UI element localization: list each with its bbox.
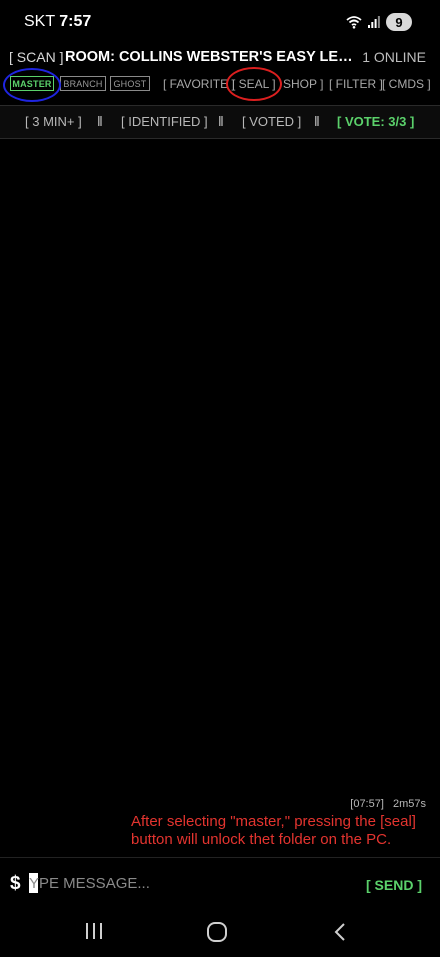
recent-apps-icon[interactable]	[84, 922, 104, 940]
filter-identified[interactable]: [ IDENTIFIED ]	[121, 114, 208, 129]
seal-highlight-circle	[226, 67, 282, 101]
message-age: 2m57s	[392, 798, 426, 810]
filter-bar: [ 3 MIN+ ] ‖ [ IDENTIFIED ] ‖ [ VOTED ] …	[0, 106, 440, 138]
filter-separator: ‖	[314, 113, 320, 129]
filter-vote-count[interactable]: [ VOTE: 3/3 ]	[337, 114, 414, 129]
battery-icon: 9	[386, 13, 412, 31]
online-count: 1 ONLINE	[362, 49, 426, 65]
menu-favorite[interactable]: [ FAVORITE ]	[163, 77, 235, 91]
filter-separator: ‖	[97, 113, 103, 129]
home-icon[interactable]	[206, 921, 228, 943]
clock: 7:57	[59, 13, 92, 30]
filter-3min[interactable]: [ 3 MIN+ ]	[25, 114, 82, 129]
room-title: ROOM: COLLINS WEBSTER'S EASY LEARN...	[65, 49, 363, 65]
message-meta: [07:57] 2m57s	[350, 798, 426, 810]
filter-separator: ‖	[218, 113, 224, 129]
carrier-time: SKT 7:57	[24, 13, 91, 31]
status-icons: 9	[346, 13, 412, 31]
mode-branch-button[interactable]: BRANCH	[60, 76, 106, 91]
menu-cmds[interactable]: [ CMDS ]	[382, 77, 431, 91]
send-button[interactable]: [ SEND ]	[366, 877, 422, 893]
chat-area: [07:57] 2m57s After selecting "master," …	[0, 139, 440, 857]
menu-filter[interactable]: [ FILTER ]	[329, 77, 383, 91]
signal-icon	[368, 16, 380, 28]
room-header: [ SCAN ] ROOM: COLLINS WEBSTER'S EASY LE…	[0, 49, 440, 71]
nav-bar	[0, 910, 440, 957]
menu-shop[interactable]: SHOP ]	[283, 77, 323, 91]
back-icon[interactable]	[332, 922, 348, 942]
master-highlight-circle	[3, 68, 61, 102]
wifi-icon	[346, 16, 362, 29]
annotation-text: After selecting "master," pressing the […	[131, 813, 416, 848]
message-time: [07:57]	[350, 798, 384, 810]
status-bar: SKT 7:57 9	[0, 0, 440, 44]
message-input-row: $ [ SEND ]	[0, 858, 440, 910]
filter-voted[interactable]: [ VOTED ]	[242, 114, 301, 129]
mode-ghost-button[interactable]: GHOST	[110, 76, 150, 91]
carrier-label: SKT	[24, 13, 55, 30]
mode-menu-row: MASTER BRANCH GHOST [ FAVORITE ] [ SEAL …	[0, 74, 440, 94]
scan-button[interactable]: [ SCAN ]	[9, 49, 63, 65]
message-input[interactable]	[29, 872, 329, 894]
prompt-symbol: $	[10, 873, 21, 894]
